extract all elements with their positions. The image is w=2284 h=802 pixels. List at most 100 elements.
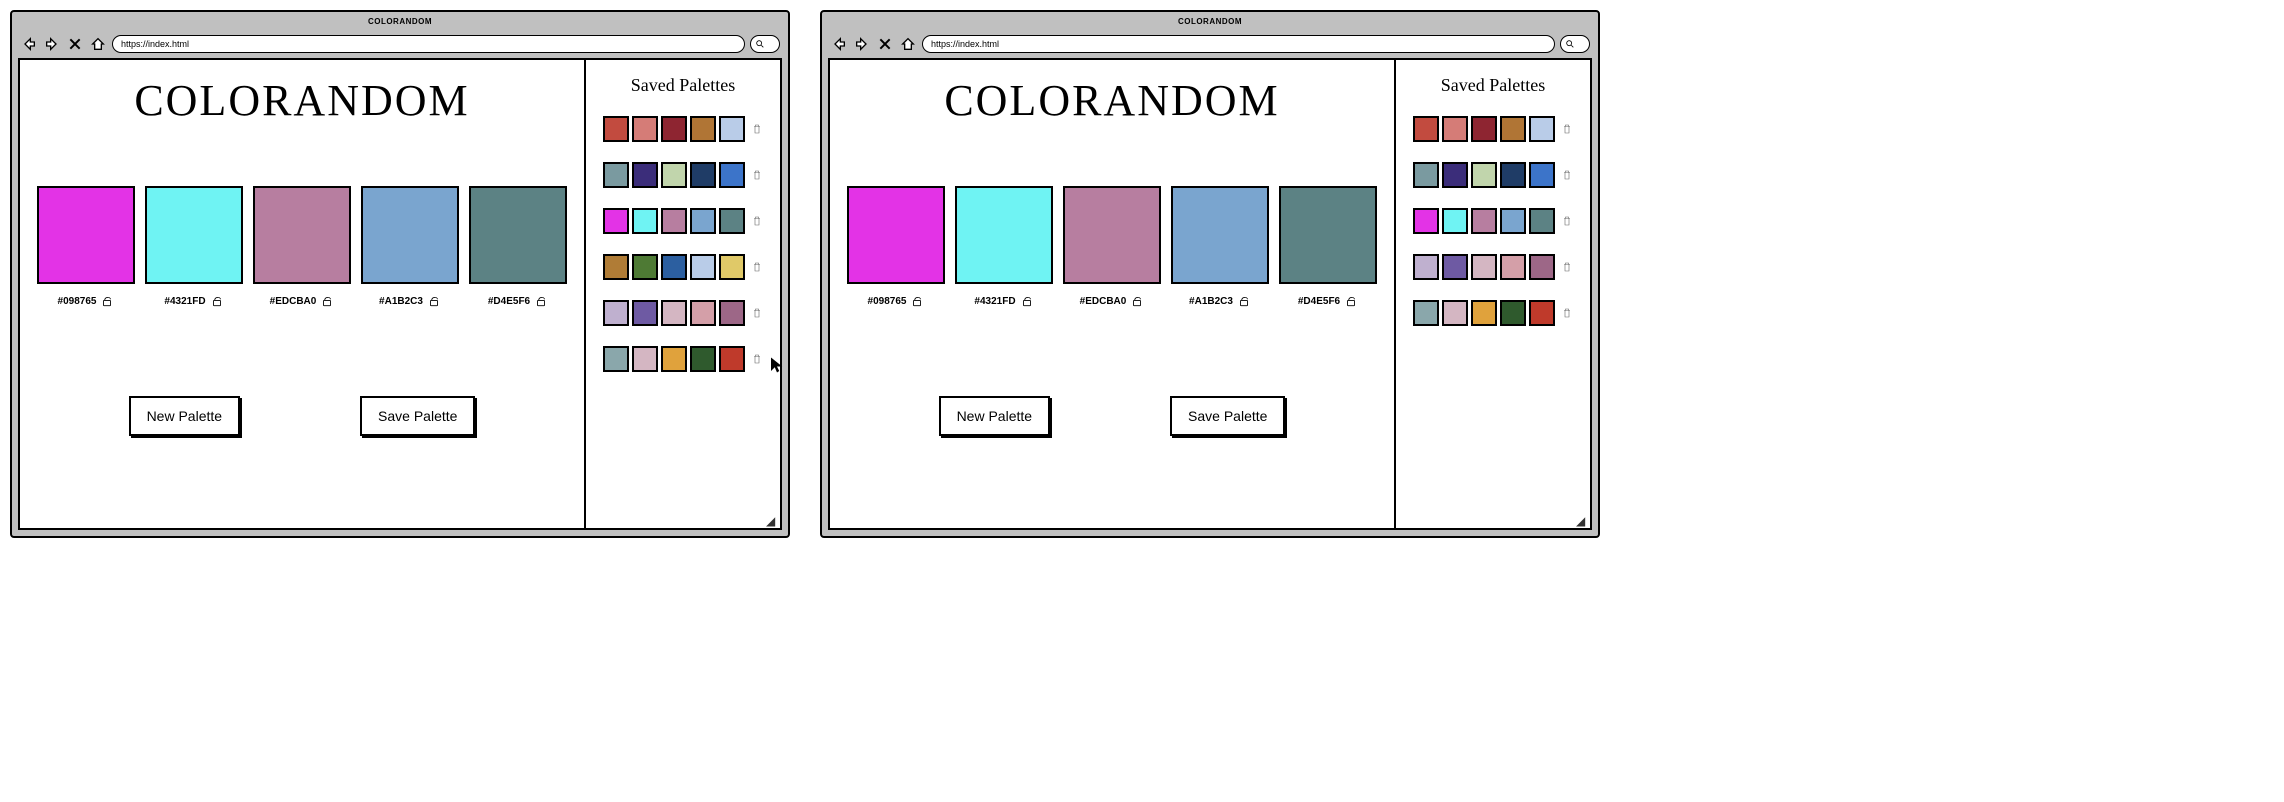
trash-icon[interactable] bbox=[751, 306, 763, 320]
lock-icon[interactable] bbox=[320, 294, 334, 308]
mini-swatch bbox=[1413, 254, 1439, 280]
lock-icon[interactable] bbox=[1130, 294, 1144, 308]
saved-palette-row[interactable] bbox=[603, 254, 763, 280]
saved-palette-row[interactable] bbox=[1413, 162, 1573, 188]
lock-icon[interactable] bbox=[210, 294, 224, 308]
trash-icon[interactable] bbox=[751, 352, 763, 366]
lock-icon[interactable] bbox=[1237, 294, 1251, 308]
forward-button[interactable] bbox=[43, 35, 61, 53]
swatch-hex-label: #098765 bbox=[58, 296, 97, 307]
swatch-block: #4321FD bbox=[145, 186, 243, 308]
window-title: COLORANDOM bbox=[822, 12, 1598, 30]
mini-swatch bbox=[1413, 300, 1439, 326]
saved-palette-row[interactable] bbox=[603, 300, 763, 326]
trash-icon[interactable] bbox=[1561, 122, 1573, 136]
mini-swatch bbox=[1529, 208, 1555, 234]
saved-palette-row[interactable] bbox=[1413, 116, 1573, 142]
new-palette-button[interactable]: New Palette bbox=[129, 396, 240, 436]
swatch-hex-label: #098765 bbox=[868, 296, 907, 307]
trash-icon[interactable] bbox=[751, 214, 763, 228]
new-palette-button[interactable]: New Palette bbox=[939, 396, 1050, 436]
color-swatch[interactable] bbox=[1279, 186, 1377, 284]
mini-swatch bbox=[1442, 162, 1468, 188]
lock-icon[interactable] bbox=[1344, 294, 1358, 308]
browser-toolbar: https://index.html bbox=[822, 30, 1598, 58]
swatch-hex-label: #EDCBA0 bbox=[270, 296, 317, 307]
mini-swatch bbox=[719, 254, 745, 280]
stop-button[interactable] bbox=[876, 35, 894, 53]
color-swatch[interactable] bbox=[361, 186, 459, 284]
color-swatch[interactable] bbox=[145, 186, 243, 284]
mini-swatch bbox=[632, 300, 658, 326]
mini-swatch bbox=[632, 254, 658, 280]
back-button[interactable] bbox=[830, 35, 848, 53]
saved-palette-row[interactable] bbox=[603, 346, 763, 372]
mini-swatch bbox=[1529, 254, 1555, 280]
color-swatch[interactable] bbox=[253, 186, 351, 284]
color-swatch[interactable] bbox=[847, 186, 945, 284]
lock-icon[interactable] bbox=[100, 294, 114, 308]
sidebar-title: Saved Palettes bbox=[1441, 75, 1545, 96]
resize-grip-icon[interactable]: ◢ bbox=[1576, 514, 1588, 526]
saved-palette-row[interactable] bbox=[1413, 300, 1573, 326]
lock-icon[interactable] bbox=[910, 294, 924, 308]
mini-swatch bbox=[1471, 116, 1497, 142]
trash-icon[interactable] bbox=[751, 260, 763, 274]
mini-swatch bbox=[632, 116, 658, 142]
url-input[interactable]: https://index.html bbox=[922, 35, 1555, 53]
home-button[interactable] bbox=[89, 35, 107, 53]
saved-palette-row[interactable] bbox=[603, 116, 763, 142]
resize-grip-icon[interactable]: ◢ bbox=[766, 514, 778, 526]
mini-swatch bbox=[603, 116, 629, 142]
trash-icon[interactable] bbox=[1561, 260, 1573, 274]
sidebar-title: Saved Palettes bbox=[631, 75, 735, 96]
mini-swatch bbox=[690, 300, 716, 326]
forward-button[interactable] bbox=[853, 35, 871, 53]
lock-icon[interactable] bbox=[427, 294, 441, 308]
trash-icon[interactable] bbox=[751, 168, 763, 182]
swatch-block: #A1B2C3 bbox=[1171, 186, 1269, 308]
mini-swatch bbox=[661, 116, 687, 142]
mini-swatch bbox=[603, 346, 629, 372]
lock-icon[interactable] bbox=[534, 294, 548, 308]
mini-swatch bbox=[661, 346, 687, 372]
mini-swatch bbox=[690, 116, 716, 142]
mini-swatch bbox=[690, 162, 716, 188]
url-input[interactable]: https://index.html bbox=[112, 35, 745, 53]
color-swatch[interactable] bbox=[1171, 186, 1269, 284]
saved-palette-row[interactable] bbox=[603, 208, 763, 234]
saved-palette-row[interactable] bbox=[1413, 254, 1573, 280]
mini-swatch bbox=[1500, 162, 1526, 188]
saved-palette-row[interactable] bbox=[603, 162, 763, 188]
color-swatch[interactable] bbox=[955, 186, 1053, 284]
home-button[interactable] bbox=[899, 35, 917, 53]
swatch-hex-label: #4321FD bbox=[974, 296, 1015, 307]
mini-swatch bbox=[719, 300, 745, 326]
save-palette-button[interactable]: Save Palette bbox=[1170, 396, 1285, 436]
mini-swatch bbox=[1442, 116, 1468, 142]
lock-icon[interactable] bbox=[1020, 294, 1034, 308]
color-swatch[interactable] bbox=[469, 186, 567, 284]
save-palette-button[interactable]: Save Palette bbox=[360, 396, 475, 436]
color-swatch[interactable] bbox=[37, 186, 135, 284]
saved-palette-row[interactable] bbox=[1413, 208, 1573, 234]
stop-button[interactable] bbox=[66, 35, 84, 53]
search-icon[interactable] bbox=[1560, 35, 1590, 53]
mini-swatch bbox=[603, 300, 629, 326]
mini-swatch bbox=[661, 254, 687, 280]
search-icon[interactable] bbox=[750, 35, 780, 53]
mini-swatch bbox=[1500, 254, 1526, 280]
trash-icon[interactable] bbox=[1561, 168, 1573, 182]
browser-toolbar: https://index.html bbox=[12, 30, 788, 58]
swatch-block: #EDCBA0 bbox=[253, 186, 351, 308]
trash-icon[interactable] bbox=[751, 122, 763, 136]
app-logo: COLORANDOM bbox=[944, 75, 1279, 126]
mini-swatch bbox=[690, 346, 716, 372]
mini-swatch bbox=[603, 208, 629, 234]
swatch-hex-label: #EDCBA0 bbox=[1080, 296, 1127, 307]
trash-icon[interactable] bbox=[1561, 306, 1573, 320]
color-swatch[interactable] bbox=[1063, 186, 1161, 284]
palette-row: #098765#4321FD#EDCBA0#A1B2C3#D4E5F6 bbox=[37, 186, 567, 308]
back-button[interactable] bbox=[20, 35, 38, 53]
trash-icon[interactable] bbox=[1561, 214, 1573, 228]
